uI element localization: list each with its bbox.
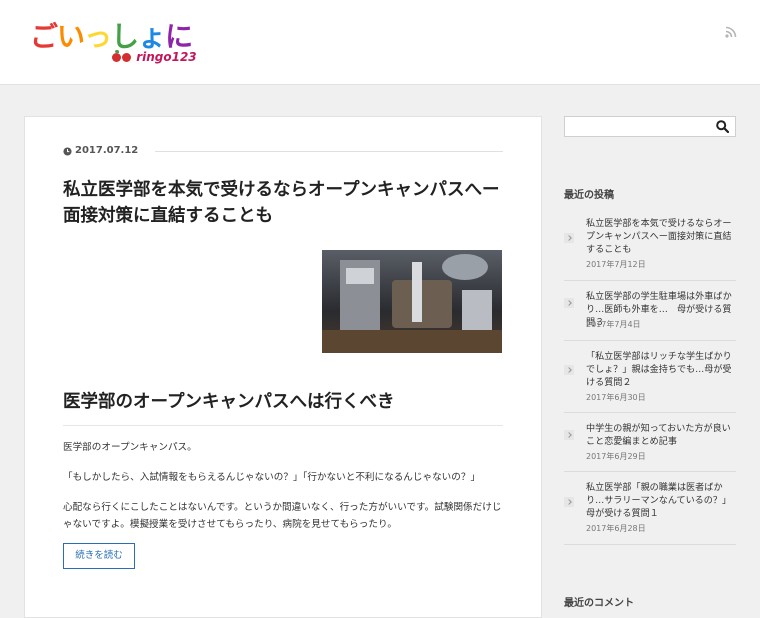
recent-post-date: 2017年6月30日	[586, 393, 646, 402]
list-item[interactable]: 私立医学部の学生駐車場は外車ばかり…医師も外車を… 母が受ける質問３ 2017年…	[564, 281, 736, 341]
article-card: 2017.07.12 私立医学部を本気で受けるならオープンキャンパスへー面接対策…	[24, 116, 542, 618]
search-input[interactable]	[564, 116, 736, 137]
logo-letter: ょ	[138, 20, 166, 53]
post-paragraph: 心配なら行くにこしたことはないんです。というか間違いなく、行った方がいいです。試…	[63, 502, 502, 530]
post-date: 2017.07.12	[75, 145, 139, 156]
date-divider	[155, 151, 503, 152]
logo-letter: い	[57, 20, 85, 53]
apple-icon	[122, 53, 131, 62]
section-heading: 医学部のオープンキャンパスへは行くべき	[63, 389, 503, 426]
recent-post-title[interactable]: 私立医学部を本気で受けるならオープンキャンパスへー面接対策に直結することも	[586, 218, 736, 257]
recent-posts-heading: 最近の投稿	[564, 190, 614, 201]
chevron-right-icon	[564, 497, 574, 507]
recent-post-date: 2017年7月12日	[586, 260, 646, 269]
chevron-right-icon	[564, 365, 574, 375]
clock-icon	[63, 147, 72, 156]
post-paragraph: 「もしかしたら、入試情報をもらえるんじゃないの？」「行かないと不利になるんじゃな…	[63, 472, 481, 483]
chevron-right-icon	[564, 233, 574, 243]
apple-icon	[112, 50, 121, 62]
logo-letter: に	[165, 20, 193, 53]
logo-letter: し	[111, 20, 139, 53]
chevron-right-icon	[564, 298, 574, 308]
list-item[interactable]: 「私立医学部はリッチな学生ばかりでしょ？」親は金持ちでも…母が受ける質問２ 20…	[564, 341, 736, 413]
recent-posts-list: 私立医学部を本気で受けるならオープンキャンパスへー面接対策に直結することも 20…	[564, 208, 736, 545]
site-logo[interactable]: ごいっしょに ringo123	[30, 20, 197, 70]
list-item[interactable]: 中学生の親が知っておいた方が良いこと恋愛編まとめ記事 2017年6月29日	[564, 413, 736, 472]
logo-sub-text: ringo123	[136, 50, 197, 64]
post-title[interactable]: 私立医学部を本気で受けるならオープンキャンパスへー面接対策に直結することも	[63, 177, 503, 229]
list-item[interactable]: 私立医学部「親の職業は医者ばかり…サラリーマンなんているの？」母が受ける質問１ …	[564, 472, 736, 545]
read-more-button[interactable]: 続きを読む	[63, 543, 135, 569]
post-paragraph: 医学部のオープンキャンパス。	[63, 442, 197, 453]
rss-icon[interactable]	[725, 26, 737, 38]
chevron-right-icon	[564, 430, 574, 440]
list-item[interactable]: 私立医学部を本気で受けるならオープンキャンパスへー面接対策に直結することも 20…	[564, 208, 736, 281]
post-thumbnail[interactable]	[322, 250, 502, 353]
recent-post-title[interactable]: 中学生の親が知っておいた方が良いこと恋愛編まとめ記事	[586, 423, 736, 449]
recent-post-title[interactable]: 「私立医学部はリッチな学生ばかりでしょ？」親は金持ちでも…母が受ける質問２	[586, 351, 736, 390]
post-meta: 2017.07.12	[63, 145, 503, 159]
recent-post-title[interactable]: 私立医学部「親の職業は医者ばかり…サラリーマンなんているの？」母が受ける質問１	[586, 482, 736, 521]
recent-post-date: 2017年6月28日	[586, 524, 646, 533]
site-header: ごいっしょに ringo123	[0, 0, 760, 85]
recent-comments-heading: 最近のコメント	[564, 598, 634, 609]
search-icon[interactable]	[716, 120, 729, 133]
logo-letter: っ	[84, 20, 112, 53]
logo-text: ごいっしょに	[30, 20, 193, 54]
recent-post-date: 2017年6月29日	[586, 452, 646, 461]
logo-letter: ご	[30, 20, 58, 53]
logo-subtitle: ringo123	[112, 50, 197, 64]
recent-post-date: 2017年7月4日	[586, 320, 641, 329]
